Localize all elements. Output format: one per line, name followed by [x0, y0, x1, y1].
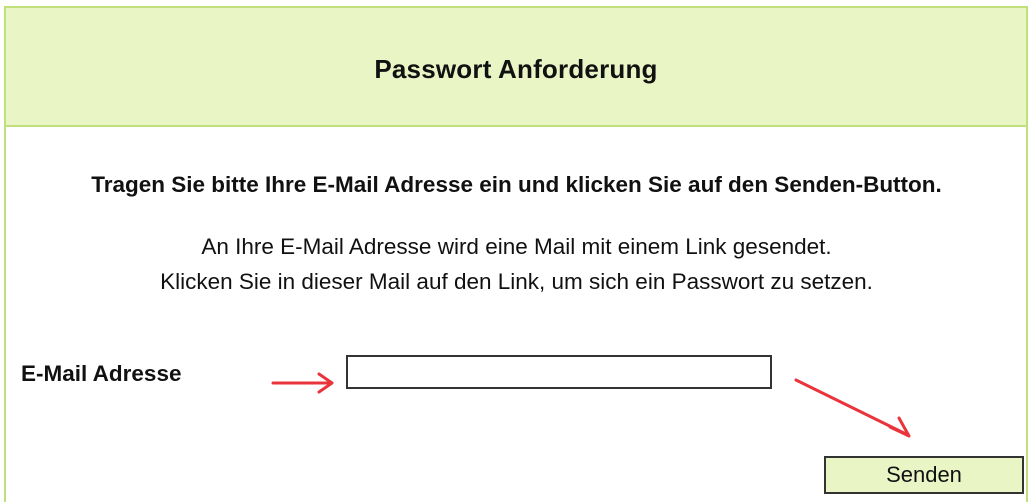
panel-header: Passwort Anforderung: [6, 8, 1026, 127]
instruction-line-1: An Ihre E-Mail Adresse wird eine Mail mi…: [201, 234, 832, 259]
instruction-line-2: Klicken Sie in dieser Mail auf den Link,…: [160, 269, 873, 294]
arrow-to-send-button-icon: [794, 378, 911, 438]
page-title: Passwort Anforderung: [374, 54, 658, 84]
instruction-bold-text: Tragen Sie bitte Ihre E-Mail Adresse ein…: [91, 172, 942, 197]
send-button[interactable]: Senden: [824, 456, 1024, 494]
email-label: E-Mail Adresse: [21, 361, 182, 386]
arrow-to-email-input-icon: [271, 372, 334, 394]
email-input[interactable]: [346, 355, 772, 389]
